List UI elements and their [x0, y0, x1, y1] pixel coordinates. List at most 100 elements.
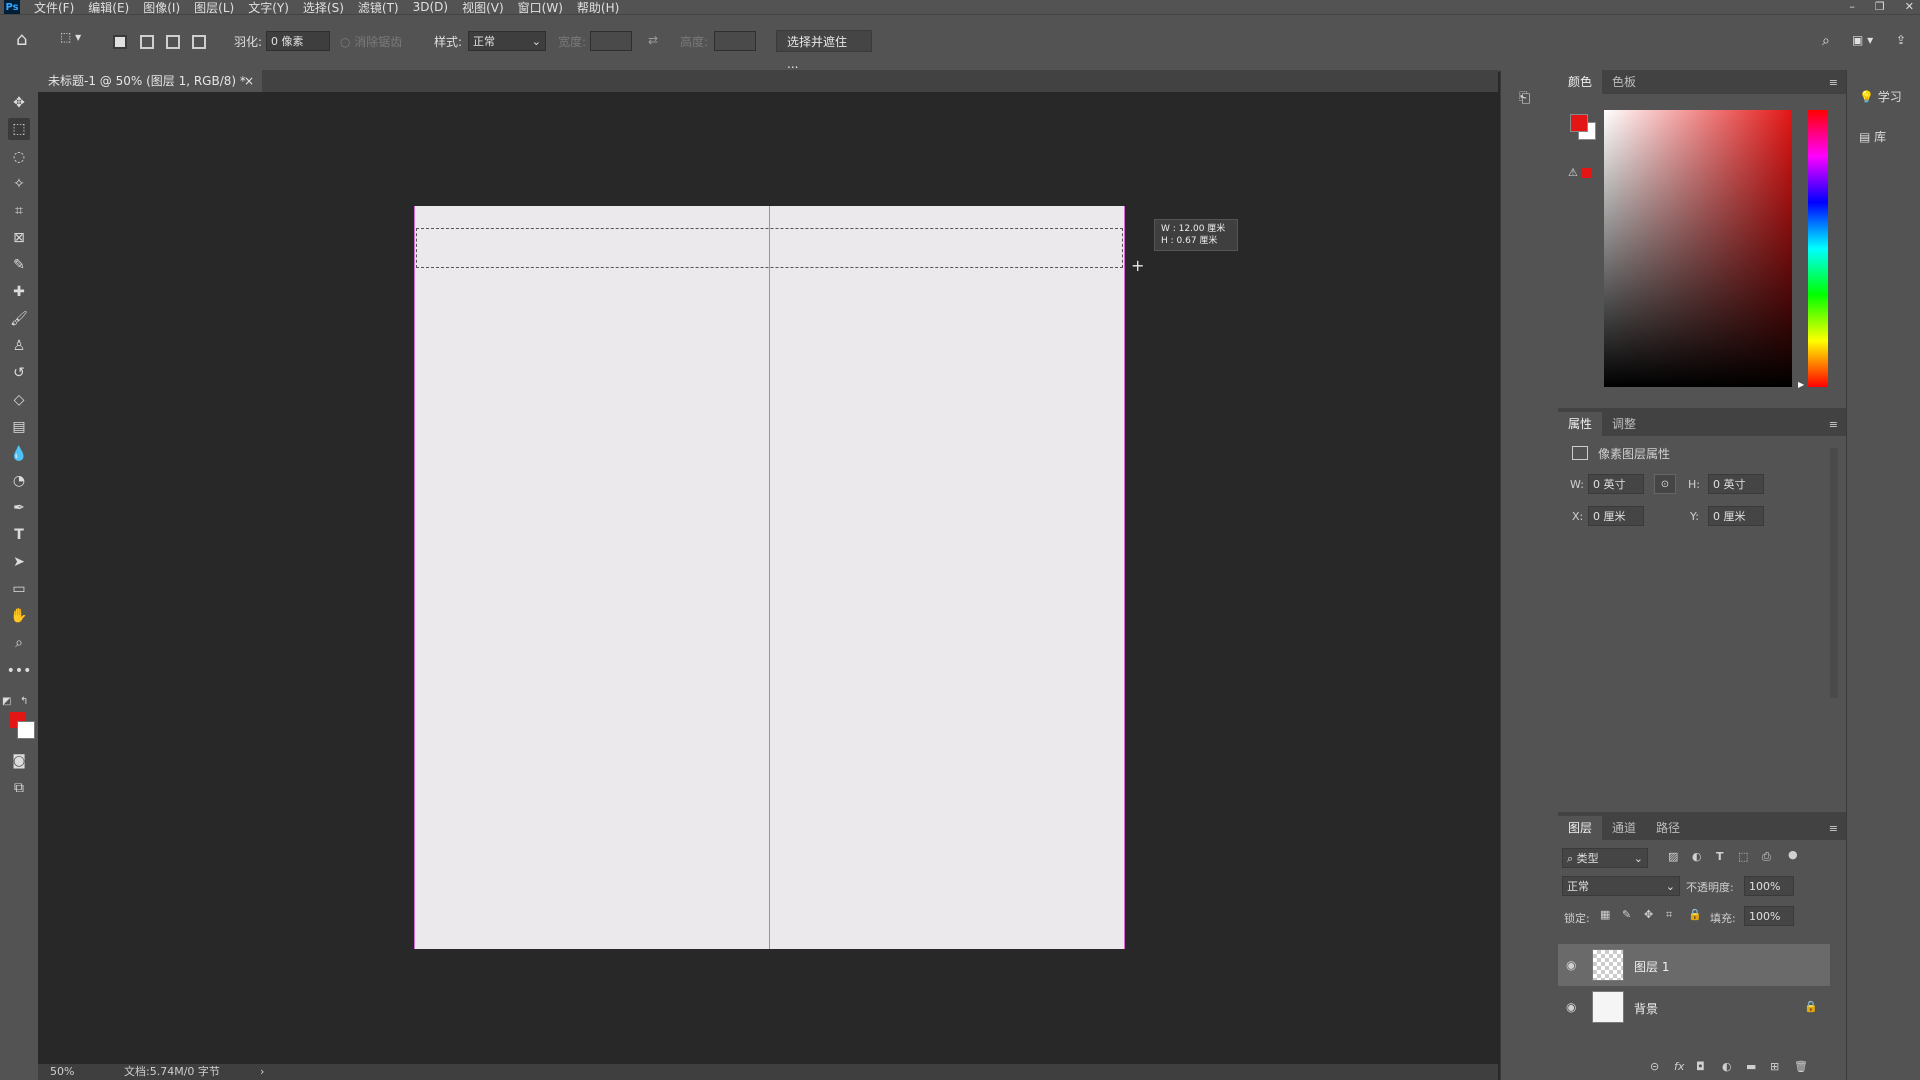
- move-tool-icon[interactable]: ✥: [8, 92, 30, 114]
- new-layer-icon[interactable]: ⊞: [1770, 1060, 1779, 1073]
- layer-height-input[interactable]: 0 英寸: [1708, 474, 1764, 494]
- crop-tool-icon[interactable]: ⌗: [8, 200, 30, 222]
- tab-adjustments[interactable]: 调整: [1602, 412, 1646, 436]
- add-mask-icon[interactable]: ◘: [1696, 1060, 1705, 1073]
- lasso-tool-icon[interactable]: ◌: [8, 146, 30, 168]
- width-input[interactable]: [590, 31, 632, 51]
- layer-width-input[interactable]: 0 英寸: [1588, 474, 1644, 494]
- brush-tool-icon[interactable]: 🖌: [8, 308, 30, 330]
- layer-name[interactable]: 背景: [1634, 1000, 1658, 1017]
- more-tools-icon[interactable]: •••: [7, 660, 32, 682]
- document-canvas[interactable]: [414, 206, 1125, 949]
- clone-stamp-tool-icon[interactable]: ♙: [8, 335, 30, 357]
- fill-input[interactable]: 100%: [1744, 906, 1794, 926]
- hand-tool-icon[interactable]: ✋: [8, 605, 30, 627]
- eye-icon[interactable]: ◉: [1566, 1000, 1576, 1014]
- layer-x-input[interactable]: 0 厘米: [1588, 506, 1644, 526]
- gradient-tool-icon[interactable]: ▤: [8, 416, 30, 438]
- gamut-color-swatch[interactable]: [1582, 168, 1592, 178]
- tab-layers[interactable]: 图层: [1558, 816, 1603, 840]
- antialias-checkbox[interactable]: ○ 消除锯齿: [340, 33, 402, 50]
- link-icon[interactable]: ⊙: [1654, 474, 1676, 494]
- eyedropper-tool-icon[interactable]: ✎: [8, 254, 30, 276]
- link-layers-icon[interactable]: ⊝: [1650, 1060, 1659, 1073]
- delete-layer-icon[interactable]: 🗑: [1794, 1060, 1808, 1073]
- swap-icon[interactable]: ⇄: [648, 33, 658, 47]
- filter-shape-icon[interactable]: ⬚: [1738, 850, 1748, 863]
- pen-tool-icon[interactable]: ✒: [8, 497, 30, 519]
- share-icon[interactable]: ⇪: [1896, 33, 1906, 47]
- lock-all-icon[interactable]: 🔒: [1688, 908, 1702, 921]
- new-selection-icon[interactable]: [113, 35, 127, 49]
- select-and-mask-button[interactable]: 选择并遮住 ...: [776, 30, 872, 71]
- background-color-swatch[interactable]: [17, 721, 35, 739]
- eraser-tool-icon[interactable]: ◇: [8, 389, 30, 411]
- subtract-selection-icon[interactable]: [166, 35, 180, 49]
- tab-swatches[interactable]: 色板: [1602, 70, 1646, 94]
- feather-input[interactable]: 0 像素: [266, 31, 330, 51]
- rectangle-tool-icon[interactable]: ▭: [8, 578, 30, 600]
- menu-3d[interactable]: 3D(D): [413, 0, 448, 14]
- fx-icon[interactable]: fx: [1674, 1060, 1684, 1073]
- library-panel-button[interactable]: ▤ 库: [1859, 128, 1915, 148]
- tab-color[interactable]: 颜色: [1558, 70, 1603, 94]
- healing-brush-tool-icon[interactable]: ✚: [8, 281, 30, 303]
- properties-panel-menu-icon[interactable]: ≡: [1829, 418, 1838, 431]
- restore-button[interactable]: ❐: [1875, 0, 1885, 13]
- style-select[interactable]: 正常 ⌄: [468, 31, 546, 51]
- out-of-gamut-warning-icon[interactable]: ⚠: [1568, 166, 1578, 179]
- tab-paths[interactable]: 路径: [1646, 816, 1690, 840]
- dodge-tool-icon[interactable]: ◔: [8, 470, 30, 492]
- quick-mask-icon[interactable]: ◙: [8, 750, 30, 772]
- default-colors-icon[interactable]: ◩: [2, 696, 20, 712]
- type-tool-icon[interactable]: T: [8, 524, 30, 546]
- eye-icon[interactable]: ◉: [1566, 958, 1576, 972]
- intersect-selection-icon[interactable]: [192, 35, 206, 49]
- layer-y-input[interactable]: 0 厘米: [1708, 506, 1764, 526]
- history-brush-tool-icon[interactable]: ↺: [8, 362, 30, 384]
- rectangular-marquee-tool-icon[interactable]: ⬚: [8, 118, 30, 140]
- swap-colors-icon[interactable]: ↰: [20, 696, 36, 712]
- filter-toggle-icon[interactable]: ●: [1788, 848, 1798, 861]
- hue-slider-handle-icon[interactable]: ▶: [1798, 380, 1804, 389]
- properties-scrollbar[interactable]: [1830, 448, 1838, 698]
- guide-line-center[interactable]: [769, 206, 770, 949]
- home-icon[interactable]: ⌂: [16, 29, 27, 50]
- learn-panel-button[interactable]: 💡 学习: [1859, 88, 1915, 108]
- minimize-button[interactable]: –: [1849, 0, 1855, 13]
- filter-smart-object-icon[interactable]: ⎙: [1762, 850, 1771, 864]
- add-selection-icon[interactable]: [140, 35, 154, 49]
- path-selection-tool-icon[interactable]: ➤: [8, 551, 30, 573]
- canvas-area[interactable]: [38, 92, 1498, 1064]
- status-menu-arrow[interactable]: ›: [260, 1064, 264, 1080]
- height-input[interactable]: [714, 31, 756, 51]
- screen-mode-icon[interactable]: ⧉: [8, 777, 30, 799]
- tab-channels[interactable]: 通道: [1602, 816, 1646, 840]
- marquee-preset-icon[interactable]: ⬚ ▾: [60, 30, 81, 44]
- layers-panel-menu-icon[interactable]: ≡: [1829, 822, 1838, 835]
- zoom-level[interactable]: 50%: [50, 1064, 74, 1080]
- filter-adjustment-icon[interactable]: ◐: [1692, 850, 1702, 863]
- document-tab[interactable]: 未标题-1 @ 50% (图层 1, RGB/8) * ×: [38, 70, 262, 92]
- workspace-icon[interactable]: ▣ ▾: [1852, 33, 1873, 47]
- filter-pixel-icon[interactable]: ▨: [1668, 850, 1678, 863]
- opacity-input[interactable]: 100%: [1744, 876, 1794, 896]
- history-panel-icon[interactable]: ⎗: [1519, 90, 1530, 106]
- lock-transparency-icon[interactable]: ▦: [1600, 908, 1610, 921]
- layer-name[interactable]: 图层 1: [1634, 958, 1669, 975]
- lock-position-icon[interactable]: ✥: [1644, 908, 1653, 921]
- magic-wand-tool-icon[interactable]: ✧: [8, 173, 30, 195]
- filter-type-icon[interactable]: T: [1716, 850, 1724, 863]
- frame-tool-icon[interactable]: ⊠: [8, 227, 30, 249]
- color-panel-foreground-swatch[interactable]: [1570, 114, 1588, 132]
- blur-tool-icon[interactable]: 💧: [8, 443, 30, 465]
- lock-pixels-icon[interactable]: ✎: [1622, 908, 1631, 921]
- color-field[interactable]: [1604, 110, 1792, 387]
- new-group-icon[interactable]: ▬: [1746, 1060, 1756, 1073]
- search-icon[interactable]: ⌕: [1822, 33, 1830, 49]
- document-tab-close[interactable]: ×: [244, 70, 254, 92]
- tab-properties[interactable]: 属性: [1558, 412, 1603, 436]
- lock-artboard-icon[interactable]: ⌗: [1666, 908, 1672, 922]
- hue-slider[interactable]: [1808, 110, 1828, 387]
- layer-row[interactable]: ◉ 图层 1: [1558, 944, 1830, 986]
